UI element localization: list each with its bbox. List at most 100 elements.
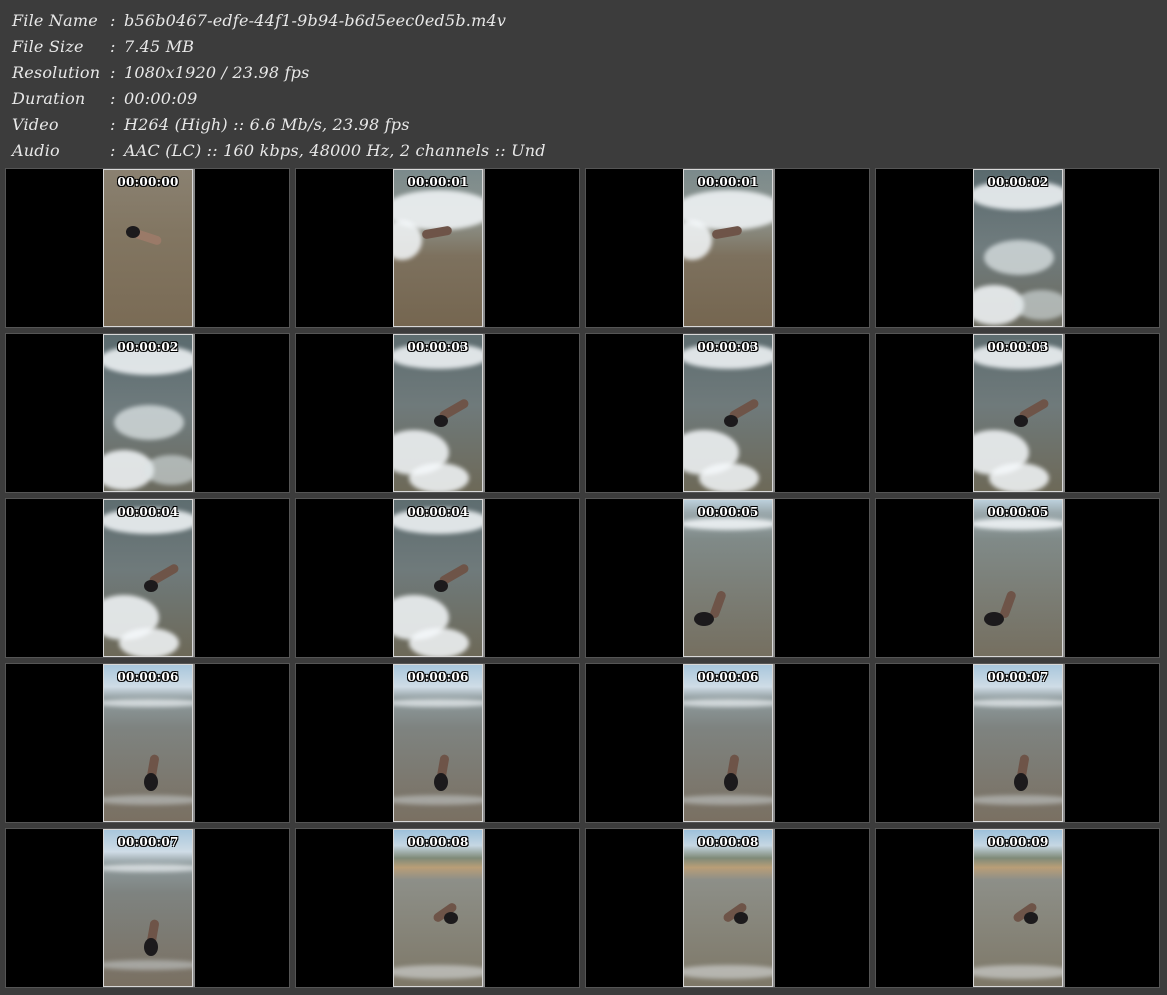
frame-timestamp: 00:00:04 (407, 505, 469, 519)
video-frame-thumbnail: 00:00:06 (103, 664, 193, 822)
frame-timestamp: 00:00:06 (697, 670, 759, 684)
frame-timestamp: 00:00:08 (407, 835, 469, 849)
thumbnail-cell: 00:00:03 (295, 333, 580, 493)
frame-image (974, 335, 1062, 491)
thumbnail-cell: 00:00:06 (585, 663, 870, 823)
video-frame-thumbnail: 00:00:06 (683, 664, 773, 822)
frame-image (394, 170, 482, 326)
info-label: File Size (12, 37, 84, 56)
frame-timestamp: 00:00:05 (697, 505, 759, 519)
frame-timestamp: 00:00:03 (697, 340, 759, 354)
info-separator: : (110, 63, 116, 82)
frame-image (684, 830, 772, 986)
thumbnail-cell: 00:00:07 (875, 663, 1160, 823)
video-frame-thumbnail: 00:00:08 (393, 829, 483, 987)
info-separator: : (110, 115, 116, 134)
info-label: Audio (12, 141, 60, 160)
frame-timestamp: 00:00:08 (697, 835, 759, 849)
video-frame-thumbnail: 00:00:05 (973, 499, 1063, 657)
info-value: b56b0467-edfe-44f1-9b94-b6d5eec0ed5b.m4v (124, 11, 507, 30)
info-row-audio: Audio: AAC (LC) :: 160 kbps, 48000 Hz, 2 … (12, 138, 1152, 164)
frame-timestamp: 00:00:03 (407, 340, 469, 354)
thumbnail-cell: 00:00:05 (585, 498, 870, 658)
video-frame-thumbnail: 00:00:03 (973, 334, 1063, 492)
frame-image (394, 500, 482, 656)
frame-image (104, 170, 192, 326)
frame-image (974, 830, 1062, 986)
video-frame-thumbnail: 00:00:01 (393, 169, 483, 327)
frame-timestamp: 00:00:07 (987, 670, 1049, 684)
thumbnail-cell: 00:00:01 (295, 168, 580, 328)
frame-image (394, 335, 482, 491)
info-label: Resolution (12, 63, 101, 82)
video-frame-thumbnail: 00:00:07 (973, 664, 1063, 822)
info-value: H264 (High) :: 6.6 Mb/s, 23.98 fps (124, 115, 410, 134)
frame-timestamp: 00:00:02 (987, 175, 1049, 189)
thumbnail-cell: 00:00:02 (875, 168, 1160, 328)
thumbnail-cell: 00:00:08 (295, 828, 580, 988)
frame-image (104, 500, 192, 656)
frame-timestamp: 00:00:01 (697, 175, 759, 189)
frame-timestamp: 00:00:03 (987, 340, 1049, 354)
video-frame-thumbnail: 00:00:04 (103, 499, 193, 657)
thumbnail-cell: 00:00:04 (5, 498, 290, 658)
frame-timestamp: 00:00:09 (987, 835, 1049, 849)
video-frame-thumbnail: 00:00:01 (683, 169, 773, 327)
info-row-file-size: File Size:7.45 MB (12, 34, 1152, 60)
thumbnail-cell: 00:00:03 (585, 333, 870, 493)
frame-image (974, 665, 1062, 821)
info-value: 1080x1920 / 23.98 fps (124, 63, 310, 82)
thumbnail-cell: 00:00:01 (585, 168, 870, 328)
thumbnail-cell: 00:00:06 (5, 663, 290, 823)
frame-timestamp: 00:00:07 (117, 835, 179, 849)
frame-image (684, 665, 772, 821)
frame-timestamp: 00:00:06 (407, 670, 469, 684)
info-value: 00:00:09 (124, 89, 198, 108)
info-row-file-name: File Name: b56b0467-edfe-44f1-9b94-b6d5ee… (12, 8, 1152, 34)
frame-image (394, 830, 482, 986)
frame-timestamp: 00:00:05 (987, 505, 1049, 519)
frame-image (104, 665, 192, 821)
thumbnail-cell: 00:00:02 (5, 333, 290, 493)
thumbnail-grid: 00:00:00 00:00:01 00:00:01 00:00:02 00:00:02… (5, 168, 1163, 992)
video-frame-thumbnail: 00:00:06 (393, 664, 483, 822)
video-frame-thumbnail: 00:00:04 (393, 499, 483, 657)
info-separator: : (110, 89, 116, 108)
frame-image (104, 335, 192, 491)
file-info-panel: File Name: b56b0467-edfe-44f1-9b94-b6d5ee… (12, 8, 1152, 164)
frame-image (394, 665, 482, 821)
video-frame-thumbnail: 00:00:09 (973, 829, 1063, 987)
video-frame-thumbnail: 00:00:08 (683, 829, 773, 987)
info-label: Duration (12, 89, 86, 108)
frame-image (974, 500, 1062, 656)
video-frame-thumbnail: 00:00:00 (103, 169, 193, 327)
frame-timestamp: 00:00:06 (117, 670, 179, 684)
info-value: 7.45 MB (124, 37, 195, 56)
thumbnail-cell: 00:00:07 (5, 828, 290, 988)
info-separator: : (110, 11, 116, 30)
thumbnail-cell: 00:00:00 (5, 168, 290, 328)
info-separator: : (110, 37, 116, 56)
thumbnail-cell: 00:00:05 (875, 498, 1160, 658)
frame-image (684, 500, 772, 656)
video-frame-thumbnail: 00:00:03 (393, 334, 483, 492)
info-value: AAC (LC) :: 160 kbps, 48000 Hz, 2 channe… (124, 141, 546, 160)
thumbnail-cell: 00:00:03 (875, 333, 1160, 493)
frame-image (684, 335, 772, 491)
info-row-duration: Duration:00:00:09 (12, 86, 1152, 112)
frame-image (104, 830, 192, 986)
info-row-resolution: Resolution:1080x1920 / 23.98 fps (12, 60, 1152, 86)
frame-image (974, 170, 1062, 326)
thumbnail-cell: 00:00:09 (875, 828, 1160, 988)
video-frame-thumbnail: 00:00:03 (683, 334, 773, 492)
video-frame-thumbnail: 00:00:05 (683, 499, 773, 657)
info-separator: : (110, 141, 116, 160)
video-frame-thumbnail: 00:00:02 (973, 169, 1063, 327)
thumbnail-cell: 00:00:06 (295, 663, 580, 823)
video-frame-thumbnail: 00:00:07 (103, 829, 193, 987)
info-label: File Name (12, 11, 98, 30)
thumbnail-cell: 00:00:08 (585, 828, 870, 988)
video-frame-thumbnail: 00:00:02 (103, 334, 193, 492)
frame-timestamp: 00:00:04 (117, 505, 179, 519)
frame-timestamp: 00:00:00 (117, 175, 179, 189)
